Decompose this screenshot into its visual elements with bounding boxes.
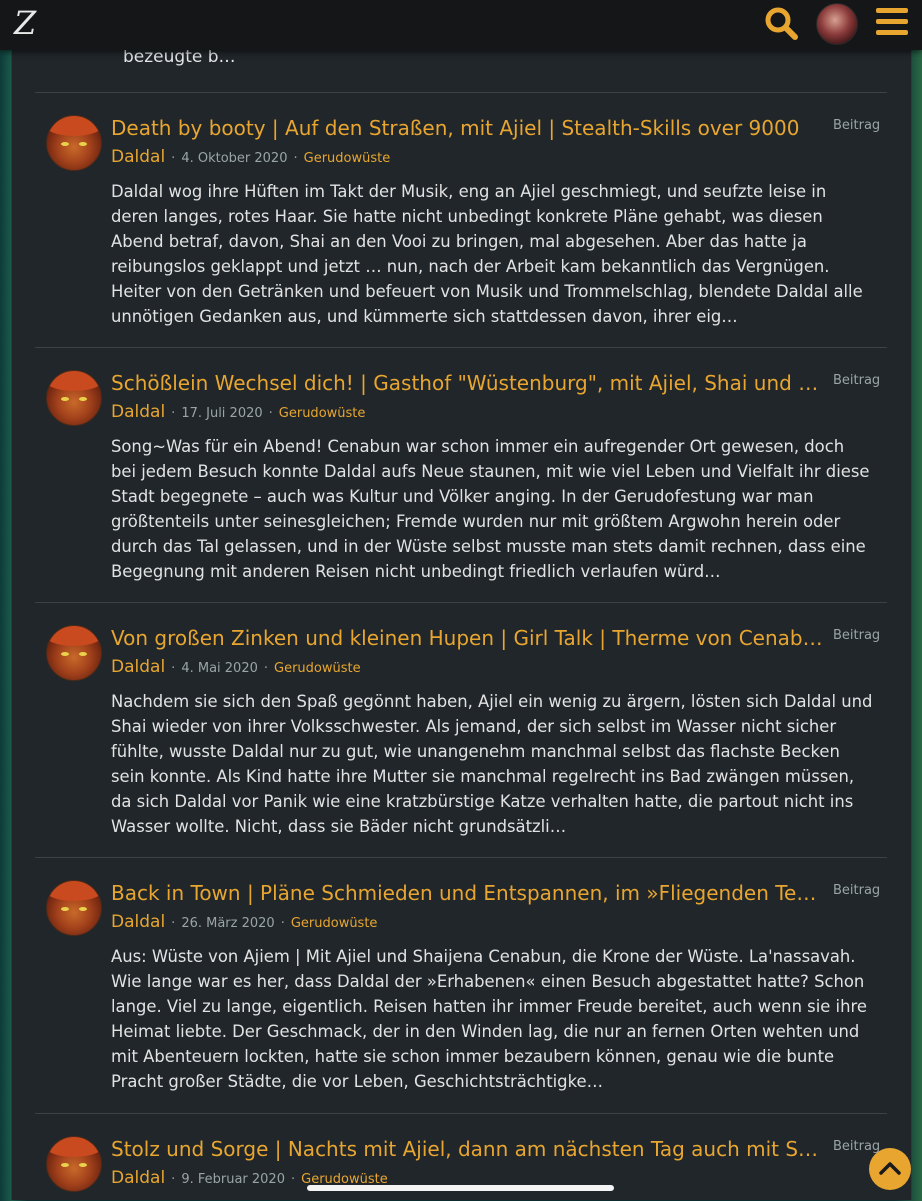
post-date: 17. Juli 2020 xyxy=(181,406,263,421)
search-icon[interactable] xyxy=(762,4,800,42)
forum-link[interactable]: Gerudowüste xyxy=(279,406,366,421)
search-result-post: Schößlein Wechsel dich! | Gasthof "Wüste… xyxy=(35,347,887,603)
author-link[interactable]: Daldal xyxy=(111,657,165,677)
author-avatar[interactable] xyxy=(46,1136,102,1192)
post-snippet: Daldal wog ihre Hüften im Takt der Musik… xyxy=(111,182,863,326)
post-meta: Daldal · 26. März 2020 · Gerudowüste xyxy=(111,912,378,932)
search-result-post: Death by booty | Auf den Straßen, mit Aj… xyxy=(35,92,887,348)
post-meta: Daldal · 4. Mai 2020 · Gerudowüste xyxy=(111,657,361,677)
zelda-z-logo[interactable]: Z xyxy=(14,6,46,40)
forum-link[interactable]: Gerudowüste xyxy=(274,661,361,676)
post-meta: Daldal · 4. Oktober 2020 · Gerudowüste xyxy=(111,147,391,167)
hamburger-menu-icon[interactable] xyxy=(876,8,908,40)
home-indicator[interactable] xyxy=(307,1185,614,1191)
post-title-link[interactable]: Von großen Zinken und kleinen Hupen | Gi… xyxy=(111,625,823,651)
post-meta: Daldal · 17. Juli 2020 · Gerudowüste xyxy=(111,402,366,422)
top-navigation-bar: Z xyxy=(0,0,922,50)
content-type-label: Beitrag xyxy=(833,628,881,643)
chevron-up-icon xyxy=(879,1162,901,1175)
post-date: 26. März 2020 xyxy=(181,916,275,931)
post-snippet: Aus: Wüste von Ajiem | Mit Ajiel und Sha… xyxy=(111,947,867,1091)
previous-post-snippet-tail: bezeugte b… xyxy=(123,47,236,67)
post-date: 4. Oktober 2020 xyxy=(181,151,288,166)
author-link[interactable]: Daldal xyxy=(111,1168,165,1188)
post-title-link[interactable]: Death by booty | Auf den Straßen, mit Aj… xyxy=(111,115,823,141)
post-title-link[interactable]: Schößlein Wechsel dich! | Gasthof "Wüste… xyxy=(111,370,823,396)
forum-link[interactable]: Gerudowüste xyxy=(304,151,391,166)
author-link[interactable]: Daldal xyxy=(111,147,165,167)
post-date: 4. Mai 2020 xyxy=(181,661,258,676)
content-type-label: Beitrag xyxy=(833,373,881,388)
post-title-link[interactable]: Stolz und Sorge | Nachts mit Ajiel, dann… xyxy=(111,1136,823,1162)
post-snippet: Song~Was für ein Abend! Cenabun war scho… xyxy=(111,437,870,581)
post-date: 9. Februar 2020 xyxy=(181,1172,285,1187)
content-type-label: Beitrag xyxy=(833,118,881,133)
search-result-post: Von großen Zinken und kleinen Hupen | Gi… xyxy=(35,602,887,858)
search-result-post: Back in Town | Pläne Schmieden und Entsp… xyxy=(35,857,887,1114)
author-avatar[interactable] xyxy=(46,625,102,681)
forum-link[interactable]: Gerudowüste xyxy=(291,916,378,931)
content-type-label: Beitrag xyxy=(833,883,881,898)
author-avatar[interactable] xyxy=(46,115,102,171)
author-link[interactable]: Daldal xyxy=(111,912,165,932)
user-avatar[interactable] xyxy=(816,3,858,45)
post-snippet: Nachdem sie sich den Spaß gegönnt haben,… xyxy=(111,692,873,836)
scroll-to-top-button[interactable] xyxy=(869,1148,911,1190)
author-link[interactable]: Daldal xyxy=(111,402,165,422)
post-title-link[interactable]: Back in Town | Pläne Schmieden und Entsp… xyxy=(111,880,823,906)
author-avatar[interactable] xyxy=(46,880,102,936)
author-avatar[interactable] xyxy=(46,370,102,426)
